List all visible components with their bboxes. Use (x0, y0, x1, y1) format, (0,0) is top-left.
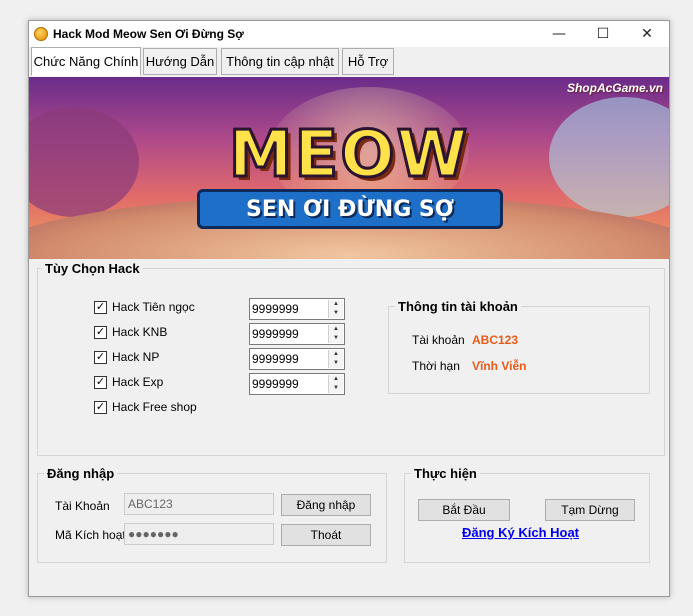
stepper-value[interactable]: 9999999 (252, 352, 299, 366)
activation-code-value: ●●●●●●● (128, 527, 179, 541)
value-stepper[interactable]: 9999999 ▲ ▼ (249, 348, 345, 370)
activation-code-field[interactable]: ●●●●●●● (124, 523, 274, 545)
tab-support[interactable]: Hỗ Trợ (342, 48, 394, 75)
app-window: Hack Mod Meow Sen Ơi Đừng Sợ — ☐ ✕ Chức … (28, 20, 670, 597)
actions-group: Thực hiện Bắt Đầu Tạm Dừng Đăng Ký Kích … (404, 466, 650, 563)
login-title: Đăng nhập (44, 466, 118, 481)
checkbox-checked[interactable]: ✓ (94, 375, 107, 389)
stepper-down-icon[interactable]: ▼ (329, 309, 343, 318)
checkbox-checked[interactable]: ✓ (94, 325, 107, 339)
banner-watermark: ShopAcGame.vn (566, 81, 663, 95)
title-bar[interactable]: Hack Mod Meow Sen Ơi Đừng Sợ — ☐ ✕ (29, 21, 669, 47)
stepper-value[interactable]: 9999999 (252, 377, 299, 391)
stepper-up-icon[interactable]: ▲ (329, 325, 343, 334)
window-title: Hack Mod Meow Sen Ơi Đừng Sợ (53, 27, 244, 41)
account-info-group: Thông tin tài khoản Tài khoản ABC123 Thờ… (388, 299, 650, 394)
hack-option-row[interactable]: ✓ Hack NP (94, 350, 159, 364)
hack-option-label: Hack Free shop (112, 400, 197, 414)
login-account-label: Tài Khoản (55, 499, 110, 513)
actions-title: Thực hiện (411, 466, 480, 481)
term-label: Thời hạn (412, 359, 460, 373)
hack-option-label: Hack Exp (112, 375, 164, 389)
tab-update-info[interactable]: Thông tin cập nhật (221, 48, 339, 75)
hack-option-row[interactable]: ✓ Hack KNB (94, 325, 167, 339)
value-stepper[interactable]: 9999999 ▲ ▼ (249, 323, 345, 345)
checkbox-checked[interactable]: ✓ (94, 400, 107, 414)
account-value: ABC123 (472, 333, 519, 347)
value-stepper[interactable]: 9999999 ▲ ▼ (249, 298, 345, 320)
hack-option-label: Hack KNB (112, 325, 168, 339)
hack-option-row[interactable]: ✓ Hack Tiên ngọc (94, 300, 195, 314)
banner-logo-title: MEOW (227, 118, 470, 192)
close-button[interactable]: ✕ (625, 21, 669, 47)
register-activation-link[interactable]: Đăng Ký Kích Hoạt (462, 525, 579, 540)
stepper-down-icon[interactable]: ▼ (329, 384, 343, 393)
checkbox-checked[interactable]: ✓ (94, 300, 107, 314)
stepper-down-icon[interactable]: ▼ (329, 359, 343, 368)
hack-option-row[interactable]: ✓ Hack Free shop (94, 400, 197, 414)
activation-code-label: Mã Kích hoạt (55, 528, 126, 542)
banner-decoration (549, 97, 669, 217)
banner-logo-subtitle: SEN ƠI ĐỪNG SỢ (197, 189, 503, 229)
stepper-up-icon[interactable]: ▲ (329, 350, 343, 359)
hack-options-title: Tùy Chọn Hack (42, 261, 143, 276)
tab-guide[interactable]: Hướng Dẫn (143, 48, 217, 75)
stepper-down-icon[interactable]: ▼ (329, 334, 343, 343)
stepper-value[interactable]: 9999999 (252, 327, 299, 341)
login-account-field[interactable]: ABC123 (124, 493, 274, 515)
banner-decoration (29, 107, 139, 217)
account-label: Tài khoản (412, 333, 465, 347)
account-info-title: Thông tin tài khoản (395, 299, 521, 314)
login-group: Đăng nhập Tài Khoản ABC123 Đăng nhập Mã … (37, 466, 387, 563)
tab-strip: Chức Năng Chính Hướng Dẫn Thông tin cập … (29, 47, 669, 77)
value-stepper[interactable]: 9999999 ▲ ▼ (249, 373, 345, 395)
login-account-value: ABC123 (128, 497, 173, 511)
hack-option-row[interactable]: ✓ Hack Exp (94, 375, 163, 389)
stepper-up-icon[interactable]: ▲ (329, 375, 343, 384)
stepper-value[interactable]: 9999999 (252, 302, 299, 316)
tab-main-functions[interactable]: Chức Năng Chính (31, 47, 141, 76)
game-banner: MEOW SEN ƠI ĐỪNG SỢ ShopAcGame.vn (29, 77, 669, 259)
hack-options-group: Tùy Chọn Hack ✓ Hack Tiên ngọc ✓ Hack KN… (37, 261, 665, 456)
start-button[interactable]: Bắt Đầu (418, 499, 510, 521)
hack-option-label: Hack Tiên ngọc (112, 300, 195, 314)
stepper-up-icon[interactable]: ▲ (329, 300, 343, 309)
pause-button[interactable]: Tạm Dừng (545, 499, 635, 521)
app-coin-icon (34, 27, 48, 41)
login-button[interactable]: Đăng nhập (281, 494, 371, 516)
checkbox-checked[interactable]: ✓ (94, 350, 107, 364)
exit-button[interactable]: Thoát (281, 524, 371, 546)
hack-option-label: Hack NP (112, 350, 160, 364)
term-value: Vĩnh Viễn (472, 359, 527, 373)
minimize-button[interactable]: — (537, 21, 581, 47)
maximize-button[interactable]: ☐ (581, 21, 625, 47)
